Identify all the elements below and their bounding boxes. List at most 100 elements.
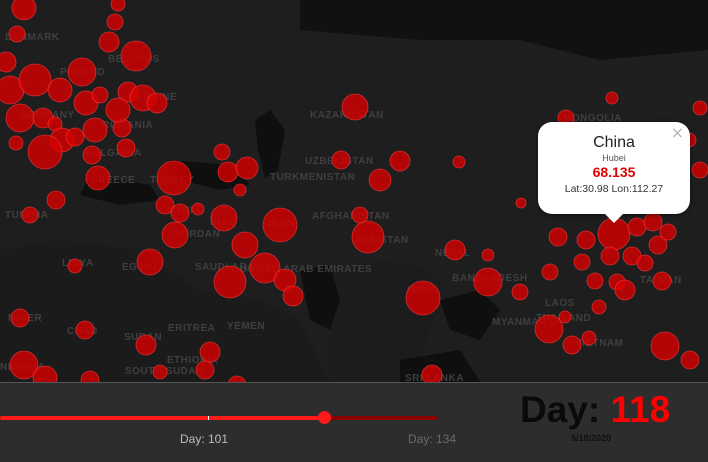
case-bubble[interactable] — [98, 31, 120, 53]
case-bubble[interactable] — [67, 57, 97, 87]
case-bubble[interactable] — [573, 253, 591, 271]
case-bubble[interactable] — [213, 143, 231, 161]
case-bubble[interactable] — [82, 117, 108, 143]
case-bubble[interactable] — [156, 160, 192, 196]
country-label: YEMEN — [227, 321, 265, 332]
popup-coordinates: Lat:30.98 Lon:112.27 — [564, 183, 664, 195]
case-bubble[interactable] — [116, 138, 136, 158]
day-number: 118 — [610, 389, 671, 430]
case-bubble[interactable] — [614, 279, 636, 301]
case-bubble[interactable] — [692, 100, 708, 116]
case-bubble[interactable] — [136, 248, 164, 276]
case-bubble[interactable] — [473, 267, 503, 297]
case-bubble[interactable] — [591, 299, 607, 315]
case-bubble[interactable] — [146, 92, 168, 114]
timeline-start-label: Day: 101 — [180, 432, 229, 446]
case-bubble[interactable] — [541, 263, 559, 281]
case-bubble[interactable] — [82, 145, 102, 165]
case-bubble[interactable] — [331, 150, 351, 170]
case-bubble[interactable] — [85, 165, 111, 191]
case-bubble[interactable] — [389, 150, 411, 172]
case-bubble[interactable] — [534, 314, 564, 344]
case-bubble[interactable] — [210, 204, 238, 232]
case-bubble[interactable] — [18, 63, 52, 97]
country-label: TURKMENISTAN — [270, 172, 355, 183]
case-bubble[interactable] — [110, 0, 126, 12]
case-bubble[interactable] — [643, 212, 663, 232]
case-bubble[interactable] — [636, 254, 654, 272]
case-bubble[interactable] — [558, 310, 572, 324]
country-label: AFGHANISTAN — [312, 211, 390, 222]
case-bubble[interactable] — [511, 283, 529, 301]
case-bubble[interactable] — [195, 360, 215, 380]
timeline-end-label: Day: 134 — [408, 432, 457, 446]
case-bubble[interactable] — [8, 135, 24, 151]
case-bubble[interactable] — [231, 231, 259, 259]
popup-value: 68.135 — [592, 164, 636, 180]
case-bubble[interactable] — [405, 280, 441, 316]
timeline-panel: Day: 101 Day: 134 Day: 118 5/18/2020 — [0, 382, 708, 462]
case-bubble[interactable] — [659, 223, 677, 241]
case-bubble[interactable] — [515, 197, 527, 209]
case-bubble[interactable] — [105, 97, 131, 123]
case-bubble[interactable] — [0, 51, 17, 73]
case-bubble[interactable] — [27, 134, 63, 170]
timeline-tick — [208, 416, 209, 420]
case-bubble[interactable] — [106, 13, 124, 31]
case-bubble[interactable] — [10, 308, 30, 328]
case-bubble[interactable] — [120, 40, 152, 72]
case-bubble[interactable] — [46, 190, 66, 210]
case-bubble[interactable] — [67, 258, 83, 274]
case-bubble[interactable] — [650, 331, 680, 361]
case-bubble[interactable] — [581, 330, 597, 346]
case-bubble[interactable] — [452, 155, 466, 169]
case-bubble[interactable] — [5, 103, 35, 133]
case-bubble[interactable] — [65, 127, 85, 147]
case-bubble[interactable] — [576, 230, 596, 250]
case-bubble[interactable] — [191, 202, 205, 216]
case-bubble[interactable] — [235, 156, 259, 180]
case-bubble[interactable] — [47, 77, 73, 103]
popup-country: China — [593, 134, 635, 151]
country-label: ERITREA — [168, 323, 215, 334]
case-bubble[interactable] — [161, 221, 189, 249]
case-bubble[interactable] — [600, 246, 620, 266]
case-bubble[interactable] — [262, 207, 298, 243]
case-bubble[interactable] — [213, 265, 247, 299]
case-bubble[interactable] — [21, 206, 39, 224]
case-bubble[interactable] — [351, 220, 385, 254]
world-map[interactable]: DENMARKBELARUSPOLANDUKRAINEGERMANYROMANI… — [0, 0, 708, 382]
case-bubble[interactable] — [170, 203, 190, 223]
case-bubble[interactable] — [341, 93, 369, 121]
day-counter: Day: 118 — [520, 389, 670, 431]
case-bubble[interactable] — [691, 161, 708, 179]
case-bubble[interactable] — [627, 217, 647, 237]
case-bubble[interactable] — [481, 248, 495, 262]
case-bubble[interactable] — [586, 272, 604, 290]
case-bubble[interactable] — [368, 168, 392, 192]
case-bubble[interactable] — [421, 364, 443, 382]
case-bubble[interactable] — [652, 271, 672, 291]
case-bubble[interactable] — [562, 335, 582, 355]
case-bubble[interactable] — [680, 350, 700, 370]
case-bubble[interactable] — [11, 0, 37, 21]
case-bubble[interactable] — [217, 161, 239, 183]
close-icon[interactable]: × — [671, 123, 684, 142]
case-bubble[interactable] — [135, 334, 157, 356]
case-bubble[interactable] — [152, 364, 168, 380]
case-bubble[interactable] — [351, 206, 369, 224]
timeline-handle[interactable] — [317, 411, 331, 424]
case-bubble[interactable] — [75, 320, 95, 340]
case-bubble[interactable] — [199, 341, 221, 363]
case-bubble[interactable] — [233, 183, 247, 197]
case-bubble[interactable] — [548, 227, 568, 247]
case-bubble[interactable] — [91, 86, 109, 104]
case-bubble[interactable] — [444, 239, 466, 261]
country-label: LAOS — [545, 298, 575, 309]
location-popup: × China Hubei 68.135 Lat:30.98 Lon:112.2… — [538, 122, 690, 223]
case-bubble[interactable] — [282, 285, 304, 307]
popup-region: Hubei — [602, 153, 626, 163]
case-bubble[interactable] — [605, 91, 619, 105]
timeline-progress — [0, 416, 325, 420]
case-bubble[interactable] — [8, 25, 26, 43]
